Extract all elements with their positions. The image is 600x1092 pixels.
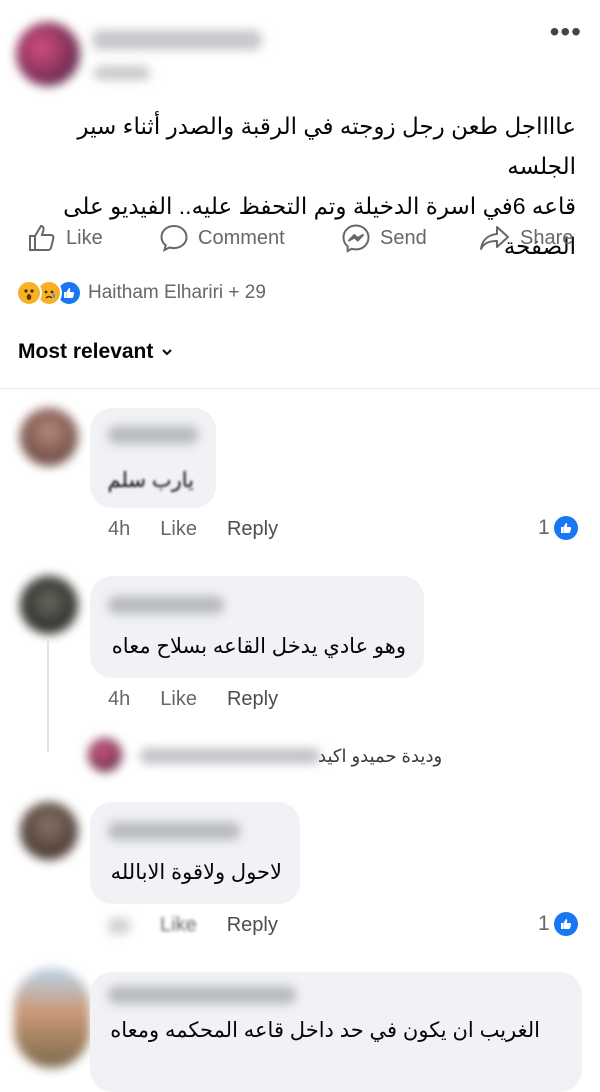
commenter-name[interactable]	[108, 426, 198, 444]
comment-like-count[interactable]: 1	[538, 912, 578, 936]
comment-button[interactable]: Comment	[158, 218, 285, 258]
reply-author-name[interactable]	[140, 748, 320, 764]
reply-preview-text[interactable]: وديدة حميدو اكيد	[318, 746, 442, 767]
commenter-avatar[interactable]	[20, 802, 78, 860]
like-count-number: 1	[538, 516, 550, 539]
comment-like-button[interactable]: Like	[160, 914, 197, 937]
comment-meta: Like Reply	[108, 914, 308, 937]
comment-like-count[interactable]: 1	[538, 516, 578, 540]
like-badge-icon	[553, 912, 578, 936]
commenter-avatar[interactable]	[14, 968, 90, 1068]
post-author-name[interactable]	[92, 30, 262, 50]
commenter-name[interactable]	[108, 986, 296, 1004]
commenter-name[interactable]	[108, 596, 224, 614]
comment-like-button[interactable]: Like	[160, 688, 197, 711]
comment-bubble[interactable]: وهو عادي يدخل القاعه بسلاح معاه	[90, 576, 424, 678]
share-icon	[478, 222, 512, 254]
thumbs-up-icon	[26, 222, 58, 254]
share-button[interactable]: Share	[478, 218, 573, 258]
commenter-avatar[interactable]	[20, 576, 78, 634]
comment-reply-button[interactable]: Reply	[227, 688, 278, 711]
comment-text: الغريب ان يكون في حد داخل قاعه المحكمه و…	[110, 1019, 540, 1042]
comment-bubble[interactable]: الغريب ان يكون في حد داخل قاعه المحكمه و…	[90, 972, 582, 1092]
reply-avatar[interactable]	[88, 738, 122, 772]
comment-text: يارب سلم	[107, 469, 194, 492]
like-badge-icon	[553, 516, 578, 540]
comment-time: 4h	[108, 518, 131, 540]
comment-icon	[158, 222, 190, 254]
like-count-number: 1	[538, 912, 550, 935]
messenger-icon	[340, 222, 372, 254]
comment-reply-button[interactable]: Reply	[227, 518, 278, 541]
commenter-name[interactable]	[108, 822, 240, 840]
comment-time: 4h	[108, 688, 131, 710]
send-button[interactable]: Send	[340, 218, 427, 258]
more-options-icon[interactable]: •••	[550, 18, 582, 46]
reactions-summary[interactable]: Haitham Elhariri + 29	[16, 280, 266, 306]
comment-time	[108, 917, 130, 934]
like-button[interactable]: Like	[26, 218, 103, 258]
comment-bubble[interactable]: يارب سلم	[90, 408, 216, 508]
section-divider	[0, 388, 600, 389]
comment-text: لاحول ولاقوة الابالله	[110, 861, 282, 884]
comment-label: Comment	[198, 226, 285, 249]
post-timestamp	[94, 66, 150, 80]
comment-like-button[interactable]: Like	[160, 518, 197, 541]
comment-meta: 4h Like Reply	[108, 518, 308, 541]
reply-thread-line	[47, 640, 49, 752]
post-author-avatar[interactable]	[16, 22, 80, 86]
comment-text: وهو عادي يدخل القاعه بسلاح معاه	[111, 635, 406, 658]
wow-icon	[16, 280, 42, 306]
send-label: Send	[380, 226, 427, 249]
comment-bubble[interactable]: لاحول ولاقوة الابالله	[90, 802, 300, 904]
share-label: Share	[520, 226, 574, 249]
reactions-count-text[interactable]: Haitham Elhariri + 29	[88, 282, 266, 304]
comment-reply-button[interactable]: Reply	[227, 914, 278, 937]
comment-meta: 4h Like Reply	[108, 688, 308, 711]
comment-sort-dropdown[interactable]: Most relevant	[18, 340, 173, 364]
post-text-line-1: عااااجل طعن رجل زوجته في الرقبة والصدر أ…	[77, 113, 576, 179]
like-label: Like	[66, 226, 103, 249]
sort-label: Most relevant	[18, 340, 154, 363]
chevron-down-icon	[161, 340, 173, 364]
commenter-avatar[interactable]	[20, 408, 78, 466]
